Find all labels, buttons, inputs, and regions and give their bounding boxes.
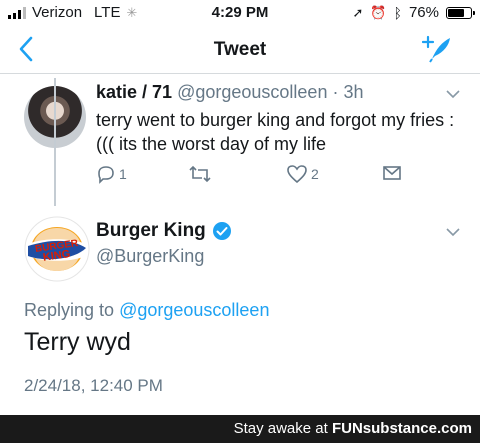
retweet-button[interactable]	[188, 164, 212, 184]
heart-icon	[287, 165, 307, 184]
like-count: 2	[311, 166, 319, 182]
replying-to-link[interactable]: @gorgeouscolleen	[119, 300, 269, 320]
watermark-brand: FUNsubstance.com	[331, 420, 472, 437]
location-arrow-icon: ➚	[352, 4, 364, 20]
verified-badge-icon	[212, 222, 231, 240]
compose-tweet-button[interactable]	[421, 33, 452, 63]
like-button[interactable]: 2	[286, 164, 319, 184]
tweet-age: 3h	[343, 82, 364, 102]
reply-count: 1	[119, 166, 127, 182]
tweet-text: terry went to burger king and forgot my …	[96, 110, 455, 154]
author-handle[interactable]: @gorgeouscolleen	[177, 82, 327, 102]
reply-button[interactable]: 1	[96, 164, 127, 184]
parent-tweet-header: katie / 71 @gorgeouscolleen · 3h	[96, 82, 363, 103]
status-bar: Verizon LTE ✳ 4:29 PM ➚ ⏰ ᛒ 76%	[0, 0, 480, 26]
alarm-icon: ⏰	[370, 4, 387, 20]
battery-percent: 76%	[408, 4, 439, 21]
replying-prefix: Replying to	[24, 300, 115, 320]
status-right: ➚ ⏰ ᛒ 76%	[352, 4, 475, 21]
chevron-down-icon[interactable]	[446, 90, 460, 99]
tweet-timestamp: 2/24/18, 12:40 PM	[24, 376, 163, 395]
direct-message-button[interactable]	[382, 164, 402, 182]
chevron-down-icon[interactable]	[446, 228, 460, 237]
battery-icon	[446, 6, 475, 19]
reply-icon	[98, 166, 114, 184]
burger-king-logo[interactable]: BURGER KING	[24, 216, 90, 282]
tweet-text: Terry wyd	[24, 328, 131, 356]
bluetooth-icon: ᛒ	[393, 4, 402, 21]
replying-to: Replying to @gorgeouscolleen	[24, 300, 269, 321]
watermark-text: Stay awake at FUNsubstance.com	[234, 420, 472, 437]
author-name-row: Burger King	[96, 220, 232, 242]
retweet-icon	[189, 165, 211, 183]
watermark-bar: Stay awake at FUNsubstance.com	[0, 415, 480, 443]
author-name[interactable]: Burger King	[96, 220, 206, 242]
meta-separator: ·	[327, 82, 344, 102]
watermark-prefix: Stay awake at	[233, 420, 328, 437]
page-title: Tweet	[213, 39, 267, 60]
nav-bar: Tweet	[0, 26, 480, 74]
author-handle[interactable]: @BurgerKing	[96, 246, 204, 267]
parent-tweet[interactable]: katie / 71 @gorgeouscolleen · 3h terry w…	[0, 74, 480, 206]
envelope-icon	[383, 166, 401, 180]
compose-tweet-icon	[421, 35, 450, 63]
author-name[interactable]: katie / 71	[96, 82, 172, 102]
tweet-actions: 1 2	[96, 164, 416, 188]
thread-line	[54, 78, 56, 206]
